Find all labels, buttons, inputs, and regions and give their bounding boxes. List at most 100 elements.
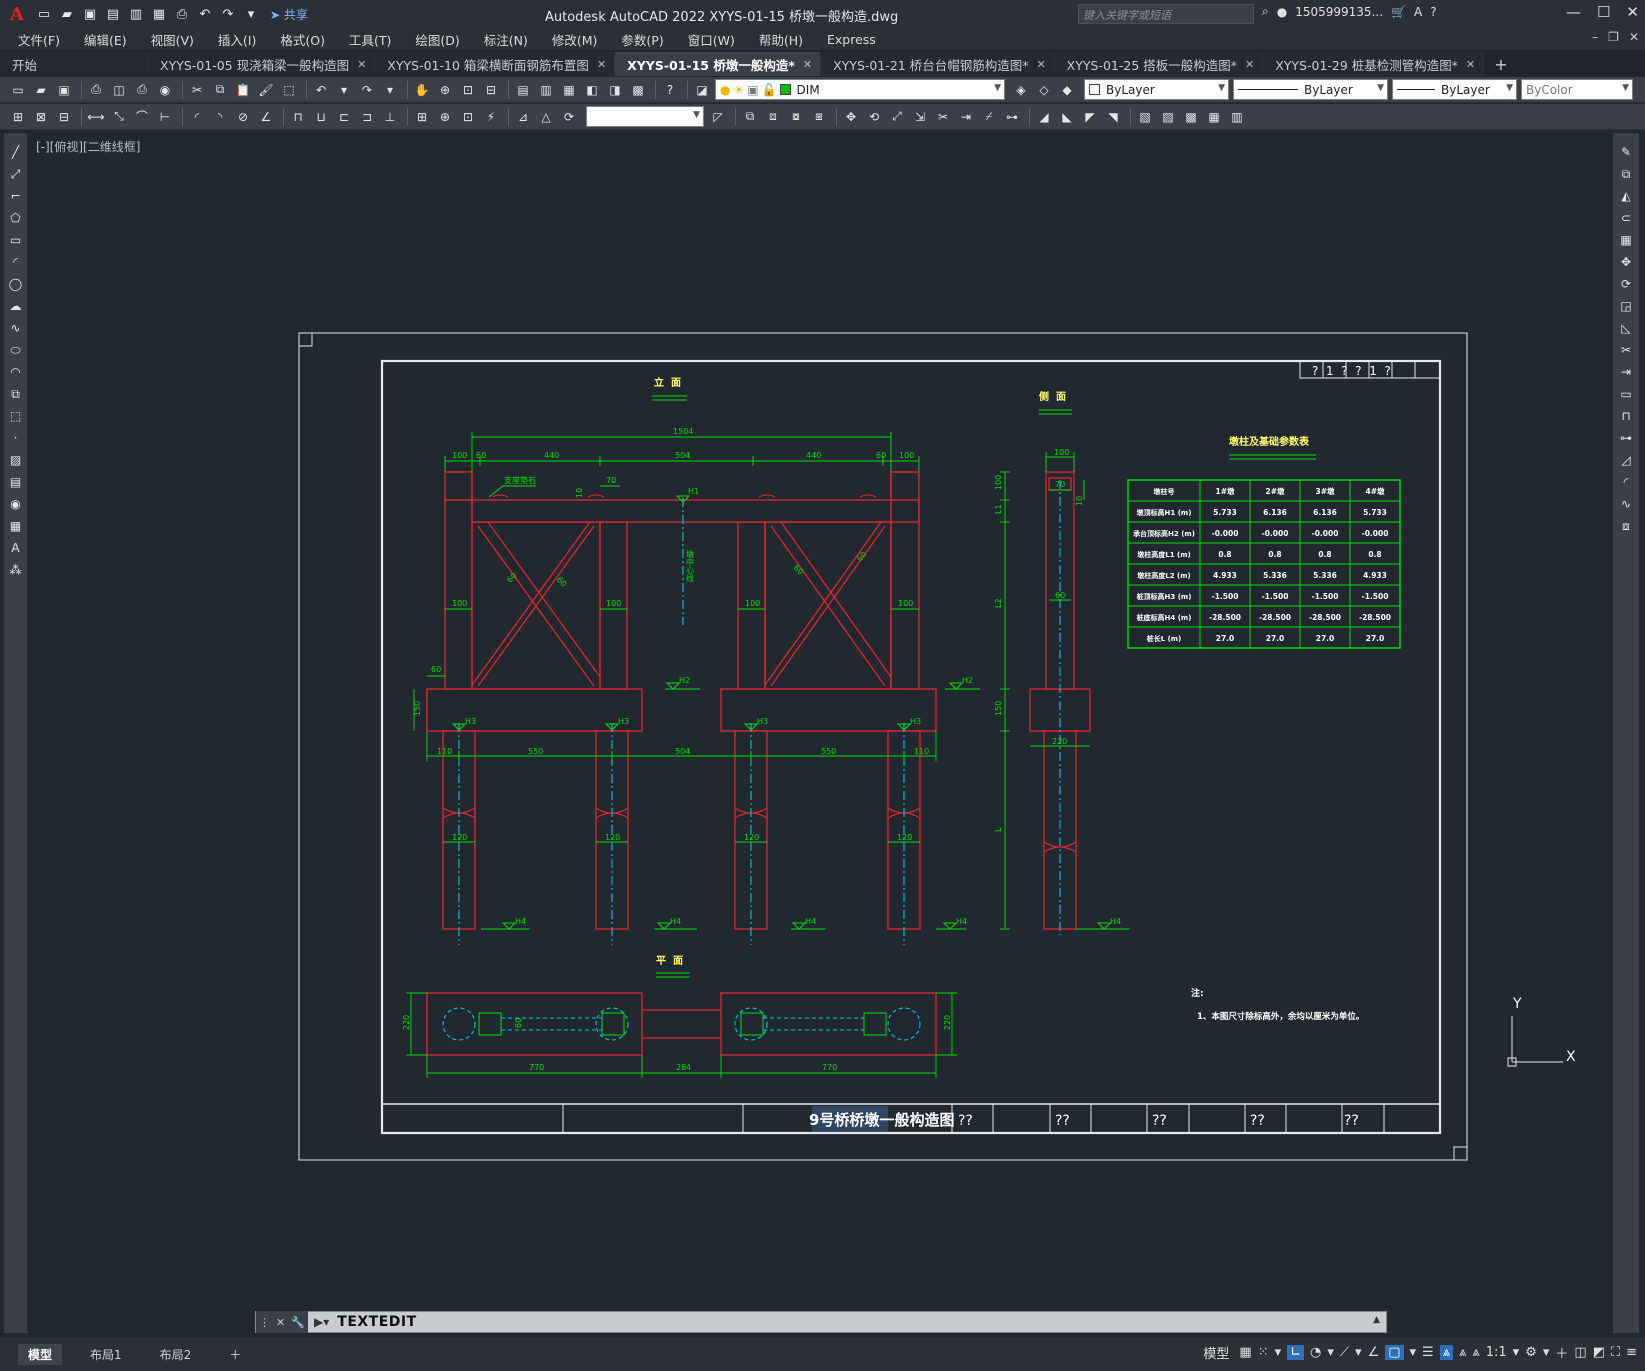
menu-tools[interactable]: 工具(T) [349, 30, 391, 49]
dim-style-icon[interactable]: ◸ [708, 107, 728, 127]
sheet-set-icon[interactable]: ◧ [582, 80, 602, 100]
doc-minimize-icon[interactable]: – [1592, 30, 1598, 44]
tab-start[interactable]: 开始 [0, 52, 148, 76]
redo-icon[interactable]: ↷ [357, 80, 377, 100]
line-icon[interactable]: ╱ [6, 142, 26, 162]
erase-icon[interactable]: ✎ [1616, 142, 1636, 162]
clean-screen-icon[interactable]: ⛶ [1611, 1345, 1620, 1360]
explode-icon[interactable]: ⧈ [1616, 516, 1636, 536]
break-icon[interactable]: ⊓ [1616, 406, 1636, 426]
ucs-icon[interactable]: ⊞ [8, 107, 28, 127]
menu-view[interactable]: 视图(V) [151, 30, 194, 49]
dimedit-icon[interactable]: ⊿ [513, 107, 533, 127]
mirror-icon[interactable]: ◭ [1616, 186, 1636, 206]
polyline-icon[interactable]: ⌐ [6, 186, 26, 206]
ucs-world-icon[interactable]: ⊠ [31, 107, 51, 127]
dim-space-icon[interactable]: ⊐ [357, 107, 377, 127]
menu-help[interactable]: 帮助(H) [759, 30, 803, 49]
cart-icon[interactable]: 🛒 [1391, 5, 1406, 19]
menu-dimension[interactable]: 标注(N) [484, 30, 528, 49]
drawing-viewport[interactable] [32, 133, 1610, 1333]
lineweight-icon[interactable]: ☰ [1422, 1345, 1434, 1360]
gradient-icon[interactable]: ▤ [6, 472, 26, 492]
wrench-icon[interactable]: 🔧 [291, 1316, 305, 1329]
sun-icon[interactable]: ☀ [733, 83, 744, 97]
qnew-icon[interactable]: ▭ [8, 80, 28, 100]
plot-icon[interactable]: ⎙ [172, 4, 192, 24]
hatch-icon[interactable]: ▨ [6, 450, 26, 470]
tool-palettes-icon[interactable]: ▦ [559, 80, 579, 100]
search-input[interactable]: 键入关键字或短语 [1078, 4, 1254, 24]
break-icon[interactable]: ⌿ [979, 107, 999, 127]
blend-icon[interactable]: ◤ [1080, 107, 1100, 127]
trim-icon[interactable]: ✂ [933, 107, 953, 127]
menu-window[interactable]: 窗口(W) [688, 30, 735, 49]
save-as-icon[interactable]: ▤ [103, 4, 123, 24]
tab-file-01-15[interactable]: XYYS-01-15 桥墩一般构造* ✕ [615, 52, 822, 76]
preview-icon[interactable]: ◫ [109, 80, 129, 100]
viewport-controls-label[interactable]: [-][俯视][二维线框] [36, 138, 140, 155]
isodraft-icon[interactable]: ⟋ [1340, 1345, 1349, 1360]
command-line[interactable]: ⋮ ✕ 🔧 ▶▾ TEXTEDIT ▲ [255, 1311, 1387, 1333]
arc-length-icon[interactable]: ⌒ [132, 107, 152, 127]
menu-modify[interactable]: 修改(M) [552, 30, 598, 49]
dim-update-icon[interactable]: ⟳ [559, 107, 579, 127]
pan-icon[interactable]: ✋ [412, 80, 432, 100]
command-text[interactable]: TEXTEDIT [337, 1314, 416, 1330]
polar-icon[interactable]: ◔ [1310, 1345, 1321, 1360]
stretch-icon[interactable]: ⇲ [910, 107, 930, 127]
calculator-icon[interactable]: ▩ [628, 80, 648, 100]
scale-icon[interactable]: ⤢ [887, 107, 907, 127]
copy-obj-icon[interactable]: ⧉ [740, 107, 760, 127]
explode-icon[interactable]: ◥ [1103, 107, 1123, 127]
add-layout-icon[interactable]: ＋ [219, 1344, 251, 1365]
dim-style-dropdown[interactable]: ▼ [586, 106, 704, 127]
offset-icon[interactable]: ⧇ [786, 107, 806, 127]
color-dropdown[interactable]: ByLayer ▼ [1084, 79, 1229, 100]
jogged-dim-icon[interactable]: ◝ [210, 107, 230, 127]
offset-icon[interactable]: ⊂ [1616, 208, 1636, 228]
rectangle-icon[interactable]: ▭ [6, 230, 26, 250]
angular-dim-icon[interactable]: ∠ [256, 107, 276, 127]
close-icon[interactable]: ✕ [1626, 3, 1639, 21]
share-button[interactable]: ➤ 共享 [270, 6, 308, 23]
region-icon[interactable]: ◉ [6, 494, 26, 514]
object-snap-tracking-icon[interactable]: ∠ [1368, 1345, 1380, 1360]
ortho-icon[interactable]: ∟ [1287, 1345, 1305, 1360]
point-icon[interactable]: · [6, 428, 26, 448]
copy-icon[interactable]: ⧉ [1616, 164, 1636, 184]
redo-icon[interactable]: ↷ [218, 4, 238, 24]
save-icon[interactable]: ▣ [54, 80, 74, 100]
help-icon[interactable]: ? [1430, 5, 1436, 19]
autodesk-app-icon[interactable]: A [1414, 5, 1422, 19]
continue-dim-icon[interactable]: ⊏ [334, 107, 354, 127]
make-block-icon[interactable]: ⬚ [6, 406, 26, 426]
tab-file-01-21[interactable]: XYYS-01-21 桥台台帽钢筋构造图* ✕ [821, 52, 1055, 76]
web-mobile-save-icon[interactable]: ▦ [149, 4, 169, 24]
polygon-icon[interactable]: ⬠ [6, 208, 26, 228]
move-icon[interactable]: ✥ [841, 107, 861, 127]
layer-previous-icon[interactable]: ◇ [1034, 80, 1054, 100]
ordinate-dim-icon[interactable]: ⊢ [155, 107, 175, 127]
3d-print-icon[interactable]: ◉ [155, 80, 175, 100]
tab-close-icon[interactable]: ✕ [357, 58, 366, 71]
dimtedit-icon[interactable]: △ [536, 107, 556, 127]
copy-icon[interactable]: ⧉ [210, 80, 230, 100]
search-icon[interactable]: ⌕ [1262, 4, 1269, 19]
join-icon[interactable]: ⊶ [1616, 428, 1636, 448]
quick-dim-icon[interactable]: ⊓ [288, 107, 308, 127]
rotate-icon[interactable]: ⟲ [864, 107, 884, 127]
inspect-icon[interactable]: ⊡ [458, 107, 478, 127]
tab-file-01-05[interactable]: XYYS-01-05 现浇箱梁一般构造图 ✕ [148, 52, 376, 76]
tab-layout2[interactable]: 布局2 [150, 1344, 202, 1365]
menu-format[interactable]: 格式(O) [280, 30, 325, 49]
menu-draw[interactable]: 绘图(D) [415, 30, 459, 49]
aligned-dim-icon[interactable]: ⤡ [109, 107, 129, 127]
arc-icon[interactable]: ◜ [6, 252, 26, 272]
layer-dropdown[interactable]: ● ☀ ▣ 🔓 DIM ▼ [715, 79, 1005, 100]
design-center-icon[interactable]: ▥ [536, 80, 556, 100]
tolerance-icon[interactable]: ⊞ [412, 107, 432, 127]
construction-line-icon[interactable]: ⤢ [6, 164, 26, 184]
chevron-down-icon[interactable]: ▾ [1355, 1345, 1362, 1360]
tab-close-icon[interactable]: ✕ [597, 58, 606, 71]
